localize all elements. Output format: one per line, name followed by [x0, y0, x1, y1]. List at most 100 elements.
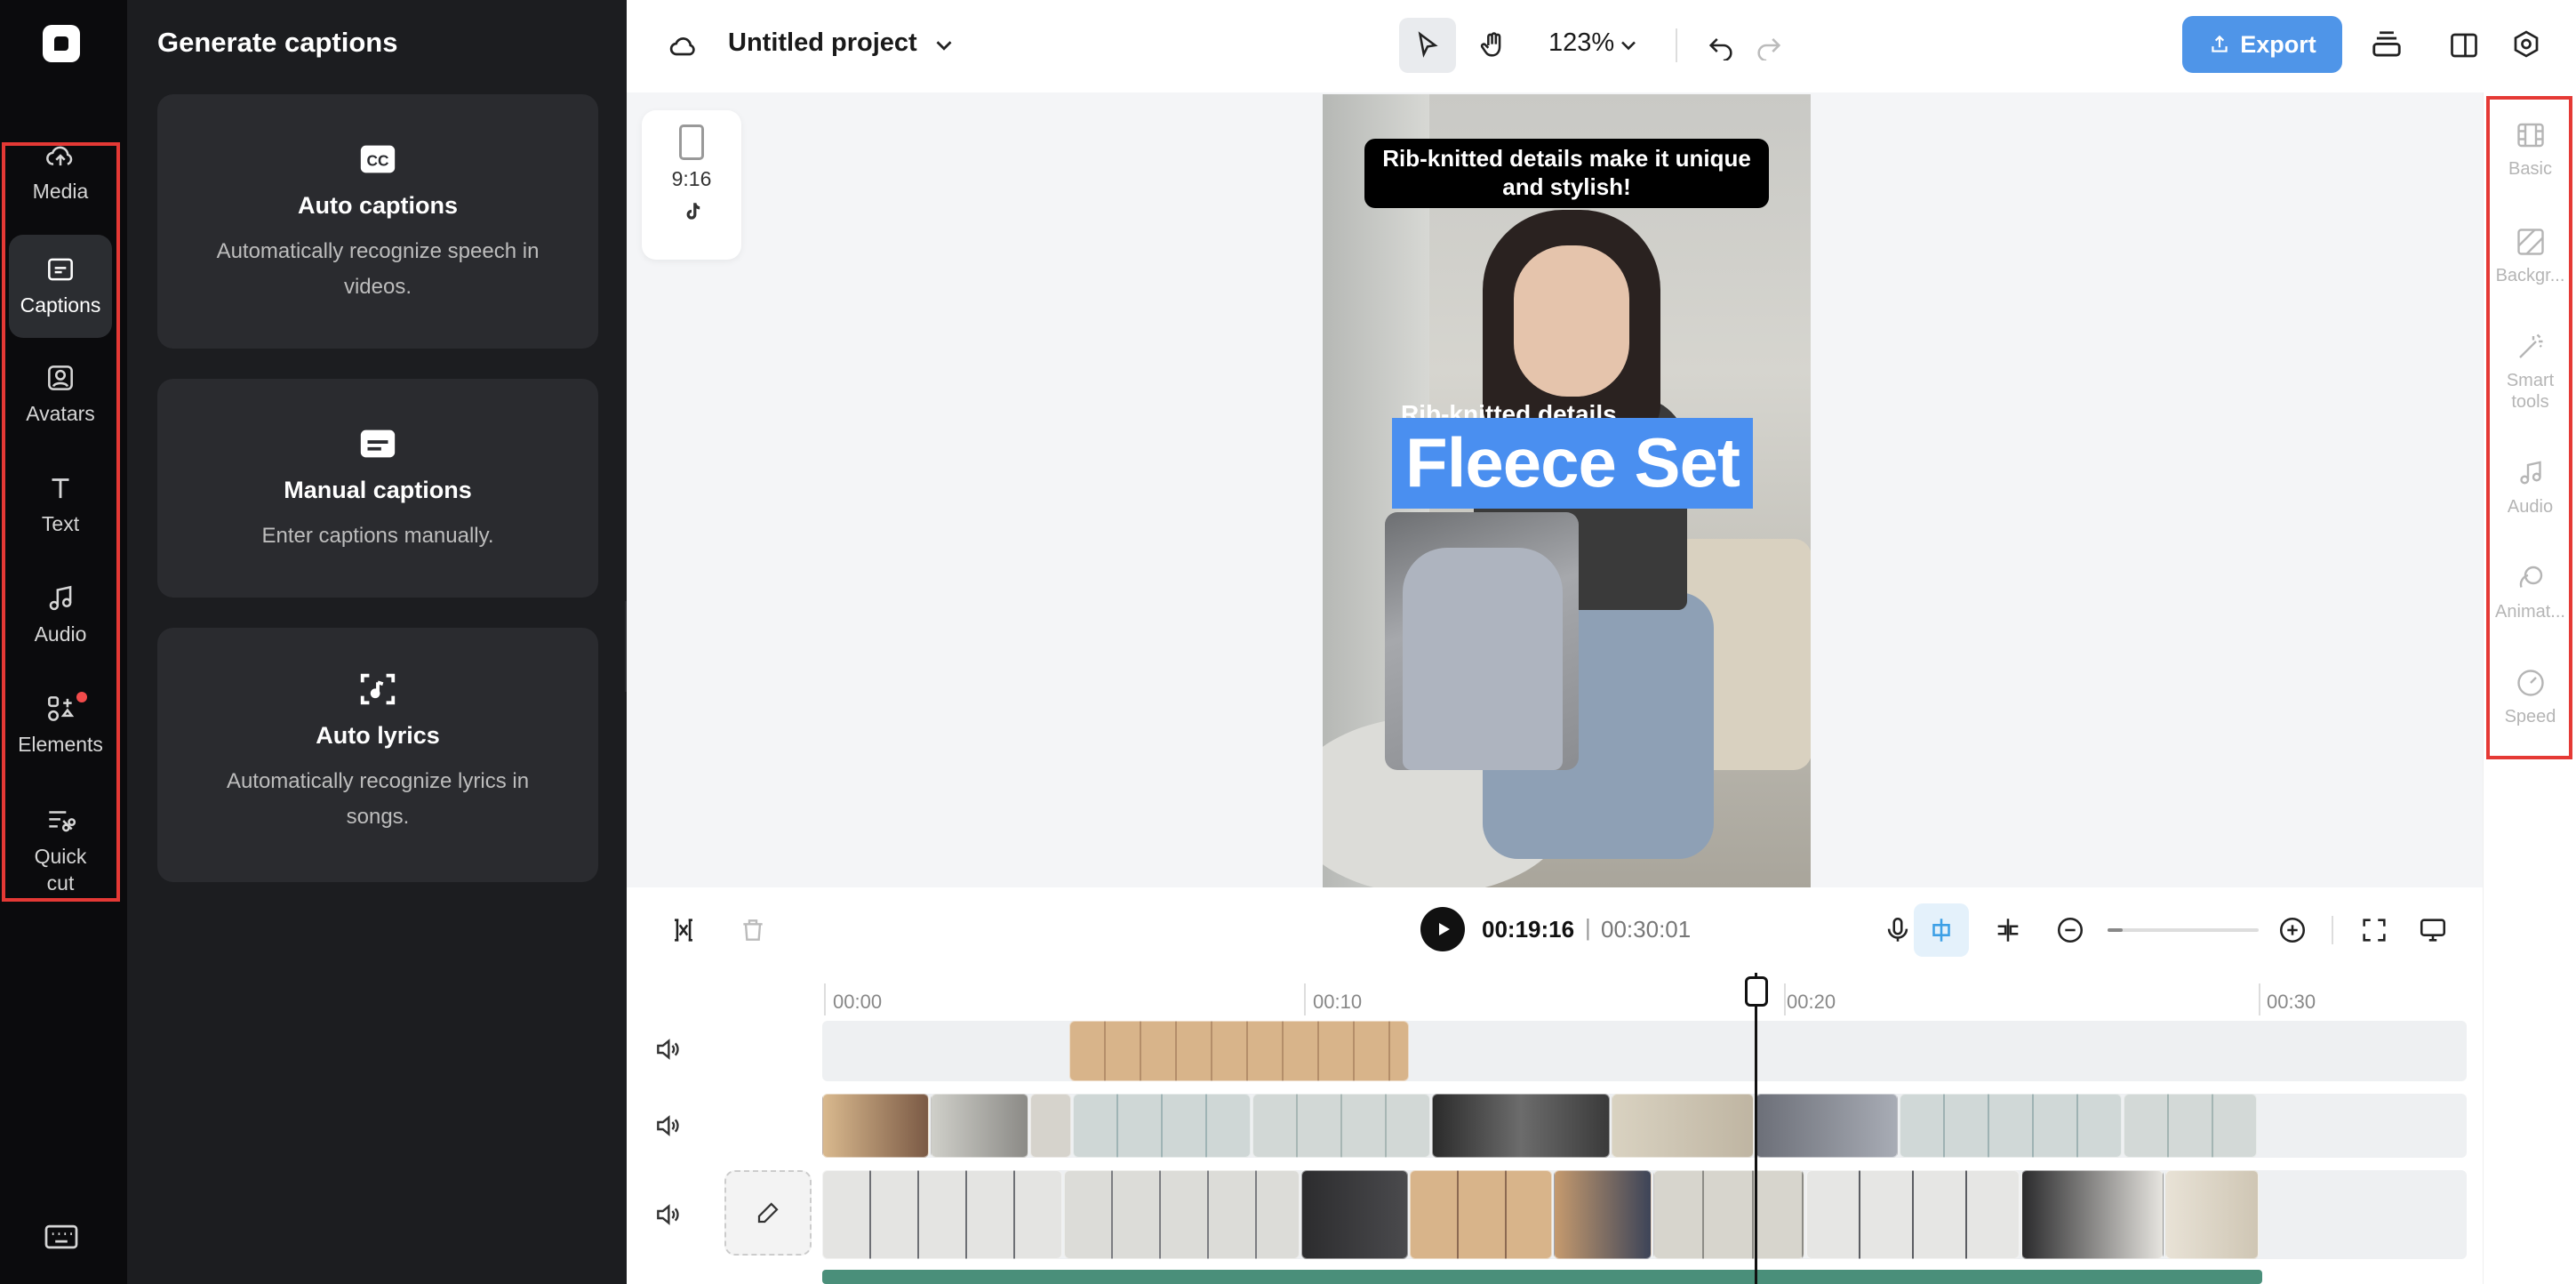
property-tab-speed[interactable]: Speed	[2484, 667, 2576, 727]
property-tab-smart-tools[interactable]: Smart tools	[2484, 331, 2576, 413]
video-preview[interactable]: Rib-knitted details make it unique and s…	[1323, 94, 1811, 887]
property-tab-animation-label: Animat...	[2495, 602, 2565, 622]
edit-cover-button[interactable]	[724, 1170, 812, 1256]
layers-button[interactable]	[2364, 23, 2409, 68]
auto-captions-card[interactable]: CC Auto captions Automatically recognize…	[157, 94, 598, 349]
plus-circle-icon	[2279, 917, 2306, 943]
timeline-clip[interactable]	[2124, 1094, 2257, 1158]
timeline-clip[interactable]	[822, 1170, 1062, 1259]
zoom-level[interactable]: 123%	[1548, 28, 1614, 58]
rail-item-elements[interactable]: Elements	[9, 692, 112, 772]
timeline-clip[interactable]	[1030, 1094, 1071, 1158]
notification-badge	[76, 692, 87, 702]
property-tab-background[interactable]: Backgr...	[2484, 226, 2576, 286]
ruler-mark	[824, 983, 826, 1015]
zoom-out-button[interactable]	[2051, 911, 2090, 950]
video-person-face	[1514, 245, 1629, 397]
playback-bar: 00:19:16 | 00:30:01	[627, 887, 2483, 973]
rail-item-avatars[interactable]: Avatars	[9, 361, 112, 441]
project-title[interactable]: Untitled project	[728, 28, 917, 58]
play-button[interactable]	[1420, 907, 1465, 951]
rail-item-captions[interactable]: Captions	[9, 235, 112, 338]
aspect-ratio-label: 9:16	[671, 167, 712, 190]
timeline-clip[interactable]	[931, 1094, 1028, 1158]
timeline-clip[interactable]	[1073, 1094, 1251, 1158]
settings-button[interactable]	[2504, 23, 2548, 68]
timeline-clip[interactable]	[1806, 1170, 2020, 1259]
left-rail: Media Captions Avatars Text Audio Elemen…	[0, 0, 127, 1284]
keyboard-shortcuts-button[interactable]	[43, 1222, 80, 1252]
cloud-save-button[interactable]	[666, 28, 701, 64]
track-2-volume-icon[interactable]	[653, 1111, 682, 1140]
timeline[interactable]: 00:00 00:10 00:20 00:30	[627, 973, 2483, 1284]
product-overlay-image[interactable]	[1385, 512, 1579, 770]
property-tab-basic[interactable]: Basic	[2484, 119, 2576, 180]
track-3-volume-icon[interactable]	[653, 1200, 682, 1229]
property-tab-animation[interactable]: Animat...	[2484, 562, 2576, 622]
audio-waveform-strip[interactable]	[822, 1270, 2262, 1284]
magnet-snap-icon	[1932, 919, 1950, 942]
timeline-clip[interactable]	[1612, 1094, 1754, 1158]
timeline-zoom-slider[interactable]	[2108, 928, 2259, 932]
undo-button[interactable]	[1700, 25, 1741, 66]
toolbar-divider	[1676, 28, 1677, 62]
project-menu-button[interactable]	[929, 30, 959, 60]
split-axis-icon	[1997, 919, 2019, 942]
track-1-volume-icon[interactable]	[653, 1035, 682, 1063]
minus-circle-icon	[2057, 917, 2084, 943]
layout-toggle-button[interactable]	[2442, 23, 2486, 68]
zoom-menu-button[interactable]	[1613, 30, 1644, 60]
rail-label-quick-cut-2: cut	[46, 871, 75, 895]
app-logo[interactable]	[43, 25, 80, 62]
redo-button[interactable]	[1748, 25, 1789, 66]
playhead-handle[interactable]	[1745, 976, 1768, 1007]
timeline-clip[interactable]	[1900, 1094, 2122, 1158]
timeline-clip[interactable]	[1069, 1021, 1409, 1081]
split-preview-button[interactable]	[1988, 911, 2028, 950]
export-label: Export	[2240, 30, 2316, 58]
timeline-clip[interactable]	[1252, 1094, 1430, 1158]
rail-item-quick-cut[interactable]: Quick cut	[9, 804, 112, 902]
quick-cut-icon	[49, 811, 76, 832]
manual-captions-card[interactable]: Manual captions Enter captions manually.	[157, 379, 598, 598]
elements-icon	[48, 696, 75, 721]
timeline-clip[interactable]	[1064, 1170, 1300, 1259]
rail-item-media[interactable]: Media	[9, 139, 112, 212]
timeline-clip[interactable]	[1554, 1170, 1652, 1259]
property-tab-audio[interactable]: Audio	[2484, 457, 2576, 518]
split-button[interactable]	[664, 911, 703, 950]
auto-snap-button[interactable]	[1914, 903, 1969, 957]
stack-icon	[2372, 31, 2401, 57]
timeline-clip[interactable]	[1756, 1094, 1898, 1158]
timeline-clip[interactable]	[2021, 1170, 2164, 1259]
preview-display-button[interactable]	[2413, 911, 2452, 950]
rail-item-text[interactable]: Text	[9, 471, 112, 551]
cursor-icon	[1418, 31, 1438, 58]
ruler-mark	[1304, 983, 1306, 1015]
select-tool-button[interactable]	[1399, 18, 1456, 73]
auto-lyrics-card[interactable]: Auto lyrics Automatically recognize lyri…	[157, 628, 598, 882]
export-button[interactable]: Export	[2182, 16, 2342, 73]
timeline-clip[interactable]	[1653, 1170, 1804, 1259]
auto-captions-title: Auto captions	[298, 192, 458, 219]
timeline-clip[interactable]	[1432, 1094, 1610, 1158]
timeline-clip[interactable]	[2165, 1170, 2259, 1259]
avatar-icon	[48, 365, 73, 390]
chevron-down-icon	[936, 41, 952, 51]
svg-text:CC: CC	[367, 152, 389, 170]
total-time: 00:30:01	[1601, 916, 1692, 943]
delete-button[interactable]	[733, 911, 772, 950]
playhead-line[interactable]	[1755, 973, 1757, 1284]
timeline-clip[interactable]	[1410, 1170, 1552, 1259]
zoom-in-button[interactable]	[2273, 911, 2312, 950]
caption-top-text[interactable]: Rib-knitted details make it unique and s…	[1364, 139, 1769, 208]
rail-item-audio[interactable]: Audio	[9, 582, 112, 662]
record-voice-button[interactable]	[1878, 911, 1917, 950]
timeline-clip[interactable]	[822, 1094, 929, 1158]
caption-main-text[interactable]: Fleece Set	[1392, 418, 1753, 509]
hand-tool-button[interactable]	[1466, 18, 1521, 73]
rail-label-text: Text	[41, 512, 80, 535]
timeline-clip[interactable]	[1301, 1170, 1408, 1259]
fullscreen-button[interactable]	[2355, 911, 2394, 950]
aspect-ratio-selector[interactable]: 9:16	[642, 110, 741, 260]
